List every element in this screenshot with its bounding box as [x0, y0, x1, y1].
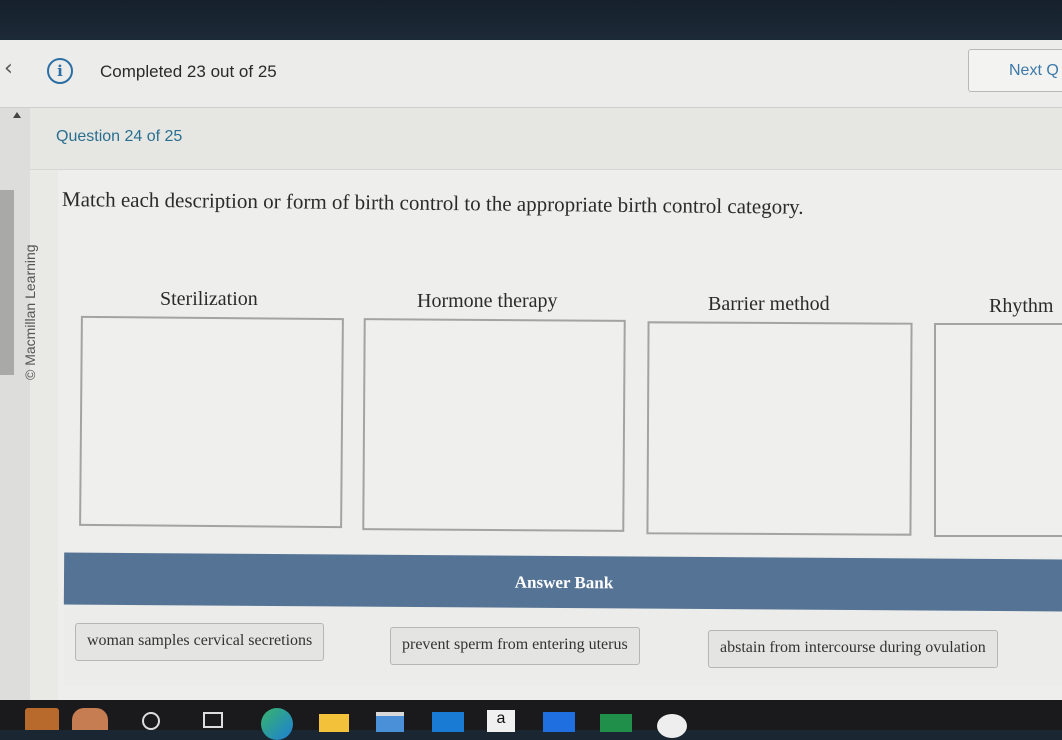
- drop-zone-hormone-therapy[interactable]: [362, 318, 626, 532]
- amazon-icon[interactable]: a: [487, 710, 515, 732]
- mail-icon[interactable]: [432, 712, 464, 732]
- completion-status: Completed 23 out of 25: [100, 62, 277, 81]
- store-icon[interactable]: [376, 712, 404, 732]
- copyright-text: © Macmillan Learning: [22, 244, 38, 380]
- category-label-barrier-method: Barrier method: [708, 293, 830, 315]
- monitor-bezel: [0, 0, 1062, 42]
- drop-zone-rhythm[interactable]: [934, 323, 1062, 537]
- category-label-rhythm: Rhythm: [989, 295, 1054, 317]
- drop-zone-barrier-method[interactable]: [646, 321, 913, 536]
- browser-viewport: ‹ i Completed 23 out of 25 Next Q © Macm…: [0, 40, 1062, 700]
- answer-bank-title: Answer Bank: [63, 552, 1062, 612]
- taskbar: a: [0, 700, 1062, 740]
- question-number: Question 24 of 25: [56, 128, 183, 145]
- widgets-icon[interactable]: [25, 708, 59, 730]
- question-header: [30, 108, 1062, 170]
- triangle-up-icon[interactable]: [13, 112, 21, 118]
- search-icon[interactable]: [142, 712, 160, 730]
- task-view-icon[interactable]: [203, 712, 223, 728]
- scrollbar-thumb[interactable]: [0, 190, 14, 375]
- category-label-hormone-therapy: Hormone therapy: [417, 290, 558, 312]
- category-label-sterilization: Sterilization: [160, 288, 258, 310]
- progress-bar-header: ‹ i Completed 23 out of 25 Next Q: [0, 40, 1062, 108]
- chevron-left-icon[interactable]: ‹: [4, 56, 13, 81]
- answer-chip[interactable]: abstain from intercourse during ovulatio…: [708, 630, 998, 668]
- answer-chip[interactable]: woman samples cervical secretions: [75, 623, 325, 661]
- chrome-icon[interactable]: [657, 714, 687, 738]
- info-icon[interactable]: i: [47, 58, 73, 84]
- file-explorer-icon[interactable]: [319, 714, 349, 732]
- next-question-button[interactable]: Next Q: [968, 49, 1062, 92]
- excel-icon[interactable]: [600, 714, 632, 732]
- answer-chip[interactable]: prevent sperm from entering uterus: [390, 627, 640, 665]
- copyright-watermark: © Macmillan Learning: [22, 210, 52, 380]
- dropbox-icon[interactable]: [543, 712, 575, 732]
- drop-zone-sterilization[interactable]: [79, 315, 344, 529]
- widgets-icon[interactable]: [72, 708, 108, 730]
- edge-icon[interactable]: [261, 708, 293, 740]
